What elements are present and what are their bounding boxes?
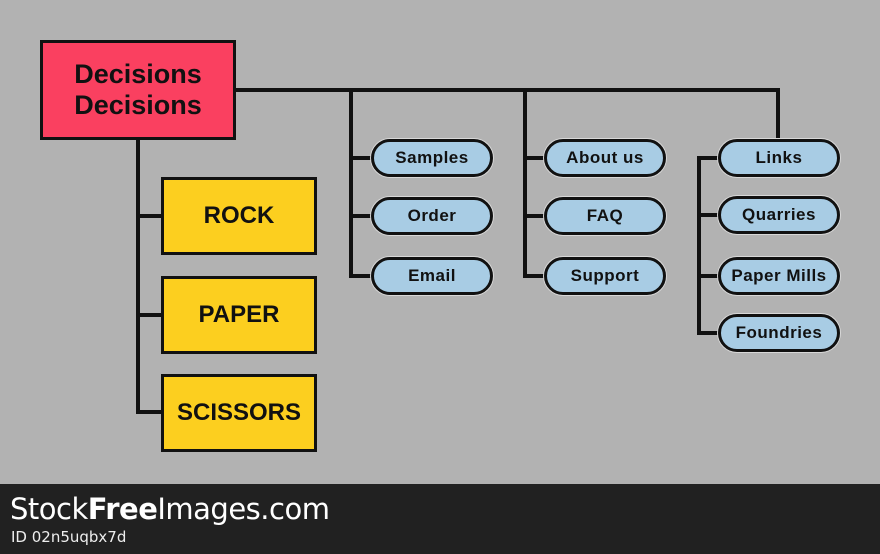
node-paper[interactable]: PAPER [161,276,317,354]
connector-left-trunk [136,138,163,414]
node-rock[interactable]: ROCK [161,177,317,255]
root-label-line2: Decisions [74,90,202,120]
node-samples[interactable]: Samples [371,139,493,177]
connector-branch2-trunk [523,88,548,278]
connector-branch3-trunk [697,156,721,335]
node-paper-mills[interactable]: Paper Mills [718,257,840,295]
connector-branch1-trunk [349,88,375,278]
node-support[interactable]: Support [544,257,666,295]
image-id: ID 02n5uqbx7d [11,528,127,546]
node-order[interactable]: Order [371,197,493,235]
brand-part-free: Free [87,492,158,526]
root-node-decisions[interactable]: Decisions Decisions [40,40,236,140]
root-label-line1: Decisions [74,59,202,89]
watermark-footer: StockFreeImages.com ID 02n5uqbx7d [0,484,880,554]
connector-root-horizontal [234,88,780,142]
node-quarries[interactable]: Quarries [718,196,840,234]
node-about-us[interactable]: About us [544,139,666,177]
diagram-canvas: Decisions Decisions ROCK PAPER SCISSORS … [0,0,880,484]
node-email[interactable]: Email [371,257,493,295]
node-faq[interactable]: FAQ [544,197,666,235]
brand-logo-text: StockFreeImages.com [10,492,330,526]
brand-part-stock: Stock [10,492,88,526]
node-links[interactable]: Links [718,139,840,177]
node-scissors[interactable]: SCISSORS [161,374,317,452]
brand-part-images: Images.com [157,492,330,526]
node-foundries[interactable]: Foundries [718,314,840,352]
